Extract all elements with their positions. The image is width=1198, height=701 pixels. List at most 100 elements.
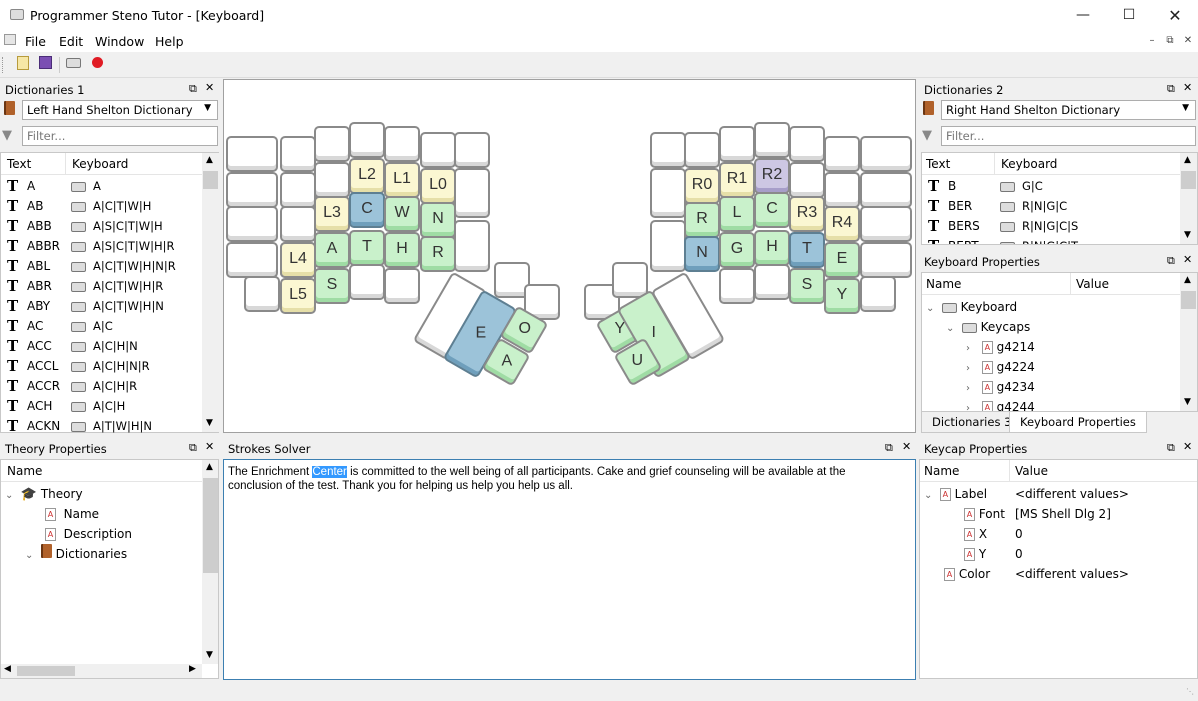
table-row[interactable]: T BERT R|N|G|C|T	[922, 236, 1180, 244]
key-blank[interactable]	[684, 132, 720, 168]
key-left-w[interactable]: W	[384, 196, 420, 232]
key-blank[interactable]	[860, 172, 912, 208]
key-right-n[interactable]: N	[684, 236, 720, 272]
key-left-l4[interactable]: L4	[280, 242, 316, 278]
scroll-thumb[interactable]	[203, 171, 218, 189]
key-blank[interactable]	[280, 206, 316, 242]
key-blank[interactable]	[824, 136, 860, 172]
table-row[interactable]: T B G|C	[922, 176, 1180, 196]
filter-input[interactable]: Filter...	[22, 126, 218, 146]
key-blank[interactable]	[789, 126, 825, 162]
scroll-down-icon[interactable]: ▼	[206, 650, 213, 660]
scroll-up-icon[interactable]: ▲	[1184, 155, 1191, 165]
close-icon[interactable]: ✕	[205, 440, 214, 453]
key-right-y[interactable]: Y	[824, 278, 860, 314]
key-blank[interactable]	[420, 132, 456, 168]
key-left-t[interactable]: T	[349, 230, 385, 266]
table-row[interactable]: T ABB A|S|C|T|W|H	[1, 216, 202, 236]
minimize-button[interactable]: —	[1060, 0, 1106, 31]
tree-item-keycaps[interactable]: ⌄ Keycaps	[946, 317, 1030, 337]
key-left-r[interactable]: R	[420, 236, 456, 272]
key-blank[interactable]	[454, 220, 490, 272]
float-icon[interactable]: ⧉	[885, 441, 893, 455]
scroll-down-icon[interactable]: ▼	[1184, 230, 1191, 240]
vertical-scrollbar[interactable]: ▲ ▼	[1180, 153, 1197, 244]
key-blank[interactable]	[314, 126, 350, 162]
key-left-l1[interactable]: L1	[384, 162, 420, 198]
column-keyboard[interactable]: Keyboard	[1001, 157, 1057, 171]
scroll-down-icon[interactable]: ▼	[1184, 397, 1191, 407]
table-row[interactable]: T ACCL A|C|H|N|R	[1, 356, 202, 376]
key-left-l2[interactable]: L2	[349, 158, 385, 194]
key-blank[interactable]	[349, 122, 385, 158]
key-blank[interactable]	[860, 242, 912, 278]
key-right-e[interactable]: E	[824, 242, 860, 278]
key-blank[interactable]	[314, 162, 350, 198]
key-left-l3[interactable]: L3	[314, 196, 350, 232]
keyboard-icon[interactable]	[64, 56, 82, 74]
menu-edit[interactable]: Edit	[59, 34, 83, 49]
vertical-scrollbar[interactable]: ▲ ▼	[202, 460, 218, 664]
scroll-up-icon[interactable]: ▲	[206, 462, 213, 472]
key-blank[interactable]	[280, 172, 316, 208]
key-right-c[interactable]: C	[754, 192, 790, 228]
scroll-thumb[interactable]	[17, 666, 75, 676]
prop-label-value[interactable]: <different values>	[1015, 484, 1129, 504]
key-blank[interactable]	[824, 172, 860, 208]
tree-item-keycap[interactable]: › A g4224	[966, 357, 1035, 377]
prop-font-value[interactable]: [MS Shell Dlg 2]	[1015, 504, 1111, 524]
menu-window[interactable]: Window	[95, 34, 144, 49]
table-row[interactable]: T ABY A|C|T|W|H|N	[1, 296, 202, 316]
key-right-r4[interactable]: R4	[824, 206, 860, 242]
chevron-down-icon[interactable]: ⌄	[926, 299, 938, 319]
vertical-scrollbar[interactable]: ▲ ▼	[202, 153, 219, 432]
key-blank[interactable]	[719, 126, 755, 162]
table-row[interactable]: T ABR A|C|T|W|H|R	[1, 276, 202, 296]
table-row[interactable]: T ACCR A|C|H|R	[1, 376, 202, 396]
column-value[interactable]: Value	[1076, 277, 1109, 291]
key-blank[interactable]	[860, 276, 896, 312]
tree-item-keyboard[interactable]: ⌄ Keyboard	[926, 297, 1017, 317]
table-row[interactable]: TAA	[1, 176, 202, 196]
horizontal-scrollbar[interactable]: ◀ ▶	[1, 664, 202, 678]
open-icon[interactable]	[14, 56, 32, 74]
chevron-down-icon[interactable]: ⌄	[946, 319, 958, 339]
key-blank[interactable]	[244, 276, 280, 312]
tree-item-description[interactable]: A Description	[45, 524, 132, 544]
close-icon[interactable]: ✕	[1183, 253, 1192, 266]
scroll-thumb[interactable]	[1181, 291, 1196, 309]
key-left-l5[interactable]: L5	[280, 278, 316, 314]
tree-item-dictionaries[interactable]: ⌄ Dictionaries	[25, 544, 127, 564]
key-blank[interactable]	[454, 132, 490, 168]
key-blank[interactable]	[754, 264, 790, 300]
key-right-h[interactable]: H	[754, 230, 790, 266]
key-blank[interactable]	[349, 264, 385, 300]
menu-help[interactable]: Help	[155, 34, 184, 49]
float-icon[interactable]: ⧉	[189, 441, 197, 455]
chevron-right-icon[interactable]: ›	[966, 399, 978, 411]
float-icon[interactable]: ⧉	[189, 82, 197, 96]
mdi-minimize-button[interactable]: –	[1144, 33, 1160, 49]
key-blank[interactable]	[226, 242, 278, 278]
table-row[interactable]: T ABL A|C|T|W|H|N|R	[1, 256, 202, 276]
key-right-s[interactable]: S	[789, 268, 825, 304]
dictionary-select[interactable]: Right Hand Shelton Dictionary ▼	[941, 100, 1196, 120]
tab-dictionaries-3[interactable]: Dictionaries 3	[921, 412, 1023, 433]
tree-item-keycap[interactable]: › A g4234	[966, 377, 1035, 397]
selected-word[interactable]: Center	[312, 466, 347, 478]
scroll-up-icon[interactable]: ▲	[1184, 275, 1191, 285]
column-name[interactable]: Name	[7, 464, 42, 478]
menu-file[interactable]: File	[25, 34, 46, 49]
chevron-right-icon[interactable]: ›	[966, 359, 978, 379]
table-row[interactable]: T AB A|C|T|W|H	[1, 196, 202, 216]
key-right-l[interactable]: L	[719, 196, 755, 232]
strokes-solver-text[interactable]: The Enrichment Center is committed to th…	[223, 459, 916, 680]
scroll-right-icon[interactable]: ▶	[189, 664, 196, 674]
scroll-thumb[interactable]	[203, 478, 218, 573]
tree-item-theory[interactable]: ⌄ 🎓 Theory	[5, 484, 83, 504]
close-icon[interactable]: ✕	[902, 440, 911, 453]
scroll-up-icon[interactable]: ▲	[206, 155, 213, 165]
key-blank[interactable]	[650, 168, 686, 218]
key-blank[interactable]	[650, 132, 686, 168]
chevron-down-icon[interactable]: ⌄	[25, 546, 37, 566]
